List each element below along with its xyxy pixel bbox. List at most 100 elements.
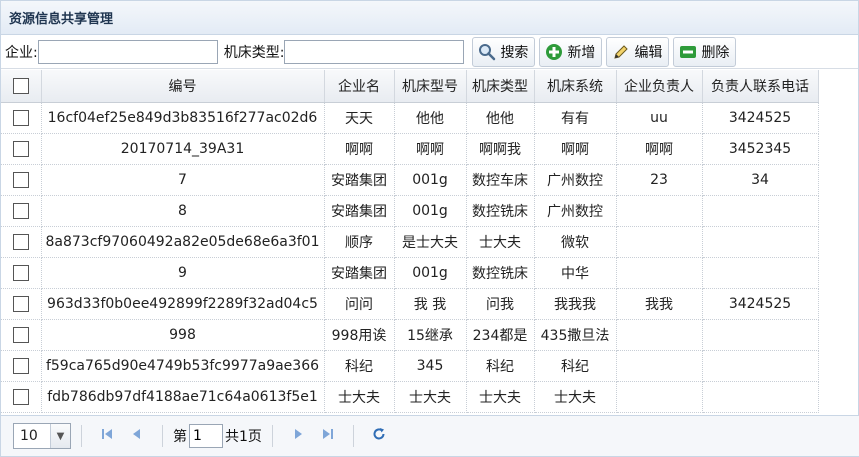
table-cell: 3452345 — [702, 133, 819, 165]
table-cell: 科纪 — [466, 350, 535, 382]
col-header-phone[interactable]: 负责人联系电话 — [702, 70, 819, 103]
table-row[interactable]: 8a873cf97060492a82e05de68e6a3f01 顺序 是士大夫 士大… — [1, 226, 819, 258]
table-cell: 998 — [41, 319, 325, 351]
table-cell: 是士大夫 — [394, 226, 467, 258]
col-header-company[interactable]: 企业名 — [324, 70, 395, 103]
row-checkbox[interactable] — [12, 264, 29, 281]
table-cell: 啊啊 — [534, 133, 617, 165]
table-cell: 微软 — [534, 226, 617, 258]
table-cell: 数控铣床 — [466, 195, 535, 227]
col-header-system[interactable]: 机床系统 — [534, 70, 617, 103]
row-select-cell — [1, 350, 42, 382]
table-cell — [702, 257, 819, 289]
table-cell: 8a873cf97060492a82e05de68e6a3f01 — [41, 226, 325, 258]
table-row[interactable]: 7 安踏集团 001g 数控车床 广州数控 23 34 — [1, 164, 819, 196]
col-header-model[interactable]: 机床型号 — [394, 70, 467, 103]
table-cell: 345 — [394, 350, 467, 382]
row-checkbox[interactable] — [12, 171, 29, 188]
table-cell: 中华 — [534, 257, 617, 289]
select-all-cell — [1, 70, 42, 103]
pencil-icon — [611, 42, 631, 62]
table-cell — [702, 381, 819, 413]
row-select-cell — [1, 257, 42, 289]
select-all-checkbox[interactable] — [12, 77, 29, 94]
panel-title: 资源信息共享管理 — [9, 12, 114, 27]
table-header-row: 编号 企业名 机床型号 机床类型 机床系统 企业负责人 负责人联系电话 — [1, 70, 819, 103]
add-button-label: 新增 — [567, 44, 596, 61]
first-page-button[interactable] — [96, 425, 118, 447]
table-cell: 顺序 — [324, 226, 395, 258]
table-cell: 士大夫 — [394, 381, 467, 413]
row-checkbox[interactable] — [12, 388, 29, 405]
table-cell: 安踏集团 — [324, 164, 395, 196]
search-button-label: 搜索 — [500, 44, 529, 61]
table-row[interactable]: 963d33f0b0ee492899f2289f32ad04c5 问问我 我问我我… — [1, 288, 819, 320]
table-cell: 我我 — [616, 288, 703, 320]
page-total: 共1页 — [225, 429, 262, 445]
page-number-input[interactable] — [189, 424, 223, 448]
row-checkbox[interactable] — [12, 295, 29, 312]
table-cell: 001g — [394, 195, 467, 227]
table-row[interactable]: 998 998用诶 15继承 234都是 435撒旦法 — [1, 319, 819, 351]
delete-button[interactable]: 删除 — [673, 36, 737, 67]
col-header-id[interactable]: 编号 — [41, 70, 325, 103]
resource-table: 编号 企业名 机床型号 机床类型 机床系统 企业负责人 负责人联系电话 16cf… — [1, 70, 819, 413]
refresh-button[interactable] — [368, 425, 390, 447]
table-cell: 啊啊 — [394, 133, 467, 165]
table-row[interactable]: fdb786db97df4188ae71c64a0613f5e1 士大夫 士大夫 士大… — [1, 381, 819, 413]
page-size-value: 10 — [20, 428, 38, 444]
table-cell: 问我 — [466, 288, 535, 320]
row-checkbox[interactable] — [12, 109, 29, 126]
refresh-icon — [372, 427, 386, 445]
company-input[interactable] — [37, 39, 218, 64]
last-page-button[interactable] — [317, 425, 339, 447]
row-checkbox[interactable] — [12, 140, 29, 157]
chevron-down-icon[interactable]: ▼ — [50, 424, 70, 448]
table-cell: 士大夫 — [466, 226, 535, 258]
col-header-manager[interactable]: 企业负责人 — [616, 70, 703, 103]
table-row[interactable]: 20170714_39A31 啊啊 啊啊 啊啊我 啊啊 啊啊 3452345 — [1, 133, 819, 165]
next-page-button[interactable] — [287, 425, 309, 447]
col-header-type[interactable]: 机床类型 — [466, 70, 535, 103]
table-row[interactable]: 8 安踏集团 001g 数控铣床 广州数控 — [1, 195, 819, 227]
plus-icon — [544, 42, 564, 62]
table-cell: 998用诶 — [324, 319, 395, 351]
table-cell — [616, 381, 703, 413]
table-cell: 34 — [702, 164, 819, 196]
row-select-cell — [1, 102, 42, 134]
table-cell: 广州数控 — [534, 195, 617, 227]
table-cell: 7 — [41, 164, 325, 196]
row-checkbox[interactable] — [12, 202, 29, 219]
prev-page-button[interactable] — [126, 425, 148, 447]
table-cell: fdb786db97df4188ae71c64a0613f5e1 — [41, 381, 325, 413]
edit-button[interactable]: 编辑 — [606, 36, 670, 67]
add-button[interactable]: 新增 — [539, 36, 603, 67]
row-select-cell — [1, 319, 42, 351]
table-cell: f59ca765d90e4749b53fc9977a9ae366 — [41, 350, 325, 382]
company-label: 企业: — [5, 44, 38, 61]
table-cell: 安踏集团 — [324, 257, 395, 289]
row-checkbox[interactable] — [12, 357, 29, 374]
table-cell: 23 — [616, 164, 703, 196]
table-cell — [616, 226, 703, 258]
table-cell: 数控车床 — [466, 164, 535, 196]
pagination-bar: 10 ▼ 第 共1页 — [1, 415, 859, 456]
table-cell: 8 — [41, 195, 325, 227]
search-button[interactable]: 搜索 — [472, 36, 536, 67]
row-checkbox[interactable] — [12, 326, 29, 343]
table-row[interactable]: 16cf04ef25e849d3b83516f277ac02d6 天天 他他 他他 有有… — [1, 102, 819, 134]
table-cell: 15继承 — [394, 319, 467, 351]
machine-type-input[interactable] — [284, 39, 465, 64]
table-cell: 我 我 — [394, 288, 467, 320]
table-cell: 数控铣床 — [466, 257, 535, 289]
panel-header: 资源信息共享管理 — [1, 1, 858, 35]
table-row[interactable]: f59ca765d90e4749b53fc9977a9ae366 科纪 345 科纪科… — [1, 350, 819, 382]
table-cell: 我我我 — [534, 288, 617, 320]
magnifier-icon — [477, 42, 497, 62]
table-row[interactable]: 9 安踏集团 001g 数控铣床 中华 — [1, 257, 819, 289]
row-select-cell — [1, 288, 42, 320]
table-cell: 16cf04ef25e849d3b83516f277ac02d6 — [41, 102, 325, 134]
row-checkbox[interactable] — [12, 233, 29, 250]
page-size-select[interactable]: 10 ▼ — [13, 423, 71, 449]
table-cell: 安踏集团 — [324, 195, 395, 227]
